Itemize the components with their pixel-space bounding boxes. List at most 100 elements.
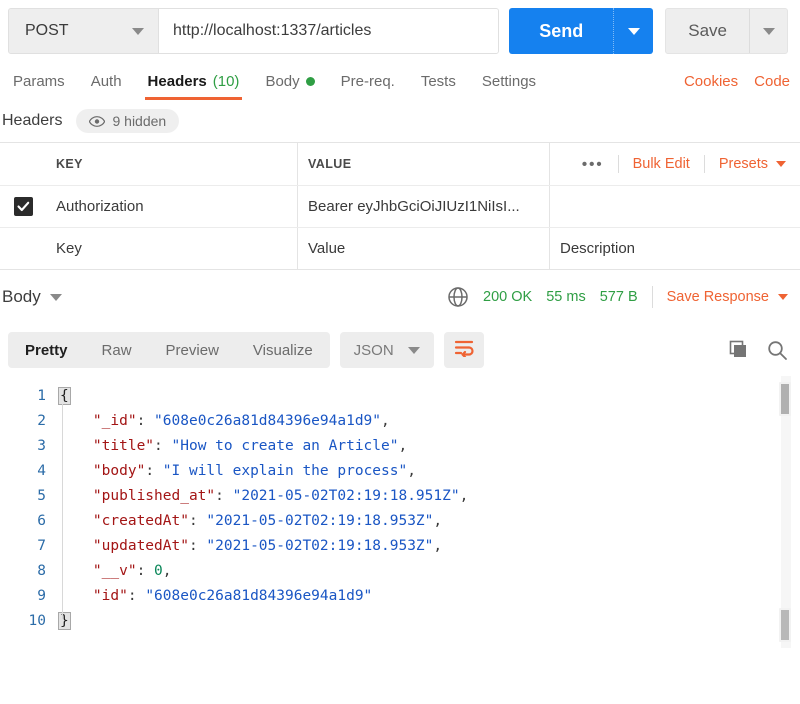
row-checkbox[interactable] (13, 197, 33, 216)
json-value: "2021-05-02T02:19:18.953Z" (206, 513, 434, 529)
code-line: "published_at": "2021-05-02T02:19:18.951… (58, 484, 800, 509)
tab-label: Pre-req. (340, 72, 395, 90)
new-header-value-placeholder: Value (308, 240, 346, 257)
json-key: "__v" (92, 563, 137, 579)
eye-icon (89, 115, 106, 127)
response-size: 577 B (599, 289, 638, 305)
save-response-button[interactable]: Save Response (667, 289, 788, 305)
new-header-key-input[interactable]: Key (46, 228, 298, 269)
hidden-headers-toggle[interactable]: 9 hidden (76, 109, 180, 133)
line-number: 2 (37, 413, 46, 429)
line-number: 10 (28, 613, 46, 629)
header-value-text: Bearer eyJhbGciOiJIUzI1NiIsI... (308, 198, 520, 215)
comma: , (398, 438, 408, 454)
header-checkbox-column (0, 143, 46, 185)
code-line: "body": "I will explain the process", (58, 459, 800, 484)
code-link[interactable]: Code (754, 73, 790, 90)
close-brace: } (58, 612, 71, 630)
header-description-cell[interactable] (550, 186, 800, 227)
response-body-viewer[interactable]: 1 2 3 4 5 6 7 8 9 10 { "_id": "608e0c26a… (0, 376, 800, 648)
tab-headers[interactable]: Headers (10) (135, 62, 253, 100)
comma: , (407, 463, 416, 479)
chevron-down-icon (778, 294, 788, 300)
json-value: "2021-05-02T02:19:18.951Z" (232, 488, 460, 504)
new-header-description-input[interactable]: Description (550, 228, 800, 269)
comma: , (459, 488, 469, 504)
header-key-cell[interactable]: Authorization (46, 186, 298, 227)
json-key: "id" (92, 588, 128, 604)
tab-settings[interactable]: Settings (469, 62, 549, 100)
request-tabs: Params Auth Headers (10) Body Pre-req. T… (0, 62, 800, 100)
ellipsis-icon[interactable]: ••• (568, 156, 618, 173)
json-key: "body" (92, 463, 146, 479)
tab-tests[interactable]: Tests (408, 62, 469, 100)
cookies-link[interactable]: Cookies (684, 73, 738, 90)
headers-table-actions: ••• Bulk Edit Presets (550, 143, 800, 185)
presets-button[interactable]: Presets (705, 156, 790, 172)
colon: : (188, 513, 207, 529)
column-header-value: VALUE (298, 143, 550, 185)
chevron-down-icon (627, 27, 640, 35)
save-button[interactable]: Save (666, 9, 749, 53)
copy-icon[interactable] (729, 340, 749, 360)
tab-auth[interactable]: Auth (78, 62, 135, 100)
headers-table-header-row: KEY VALUE ••• Bulk Edit Presets (0, 143, 800, 185)
json-code-content: { "_id": "608e0c26a81d84396e94a1d9", "ti… (58, 376, 800, 648)
tab-pre-request[interactable]: Pre-req. (328, 62, 408, 100)
header-value-cell[interactable]: Bearer eyJhbGciOiJIUzI1NiIsI... (298, 186, 550, 227)
line-number: 7 (37, 538, 46, 554)
globe-icon (447, 286, 469, 308)
headers-table: KEY VALUE ••• Bulk Edit Presets Authoriz… (0, 142, 800, 269)
send-options-button[interactable] (613, 8, 653, 54)
save-button-group: Save (665, 8, 788, 54)
tab-raw[interactable]: Raw (85, 332, 149, 368)
new-header-value-input[interactable]: Value (298, 228, 550, 269)
chevron-down-icon (132, 27, 144, 35)
tab-params[interactable]: Params (0, 62, 78, 100)
http-method-select[interactable]: POST (9, 9, 159, 53)
colon: : (127, 588, 146, 604)
response-meta: 200 OK 55 ms 577 B Save Response (447, 286, 788, 308)
http-method-value: POST (25, 22, 69, 39)
wrap-lines-icon (454, 339, 474, 362)
line-number: 3 (37, 438, 46, 454)
save-options-button[interactable] (749, 9, 787, 53)
line-number: 4 (37, 463, 46, 479)
request-tabs-right: Cookies Code (684, 73, 792, 90)
response-scrollbar-thumb-secondary[interactable] (779, 608, 791, 642)
bulk-edit-button[interactable]: Bulk Edit (619, 156, 704, 172)
tab-pretty[interactable]: Pretty (8, 332, 85, 368)
search-icon[interactable] (767, 340, 788, 361)
presets-label: Presets (718, 156, 768, 172)
response-language-select[interactable]: JSON (339, 332, 434, 368)
response-body-selector[interactable]: Body (2, 287, 62, 307)
tab-label: Settings (481, 72, 537, 90)
tab-preview[interactable]: Preview (149, 332, 236, 368)
colon: : (136, 563, 155, 579)
send-button[interactable]: Send (509, 8, 613, 54)
method-and-url-group: POST (8, 8, 500, 54)
new-header-description-placeholder: Description (560, 240, 636, 257)
code-line: { (58, 384, 800, 409)
comma: , (433, 513, 443, 529)
request-url-input[interactable] (159, 9, 499, 53)
save-response-label: Save Response (666, 289, 769, 305)
chevron-down-icon (776, 161, 786, 167)
json-key: "createdAt" (92, 513, 189, 529)
json-value: "608e0c26a81d84396e94a1d9" (145, 588, 373, 604)
comma: , (433, 538, 443, 554)
table-row: Authorization Bearer eyJhbGciOiJIUzI1NiI… (0, 185, 800, 227)
response-status-bar: Body 200 OK 55 ms 577 B Save Response (0, 270, 800, 324)
response-scrollbar-thumb[interactable] (779, 382, 791, 416)
json-value: "I will explain the process" (162, 463, 408, 479)
json-value: 0 (154, 563, 163, 579)
code-line: "createdAt": "2021-05-02T02:19:18.953Z", (58, 509, 800, 534)
response-time: 55 ms (546, 289, 586, 305)
json-key: "title" (92, 438, 155, 454)
tab-visualize[interactable]: Visualize (236, 332, 330, 368)
tab-body[interactable]: Body (252, 62, 327, 100)
tab-label: Tests (420, 72, 456, 90)
headers-subbar: Headers 9 hidden (0, 100, 800, 142)
json-key: "published_at" (92, 488, 216, 504)
wrap-lines-button[interactable] (443, 332, 484, 368)
